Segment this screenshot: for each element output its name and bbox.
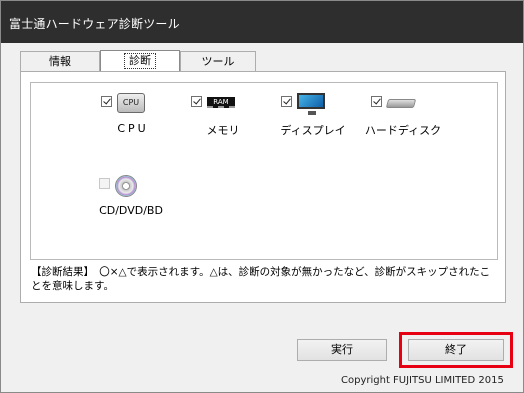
- run-button[interactable]: 実行: [297, 339, 387, 361]
- copyright-text: Copyright FUJITSU LIMITED 2015: [341, 375, 504, 386]
- optical-checkbox[interactable]: [99, 178, 110, 189]
- display-checkbox[interactable]: [281, 96, 292, 107]
- device-hard-disk: ハードディスク: [363, 93, 443, 153]
- tab-tools-label: ツール: [201, 55, 235, 68]
- cpu-checkbox[interactable]: [101, 96, 112, 107]
- exit-button[interactable]: 終了: [408, 339, 504, 361]
- device-hard-disk-label: ハードディスク: [364, 124, 442, 137]
- device-optical: CD/DVD/BD: [91, 175, 171, 235]
- diagnostic-tool-window: 富士通ハードウェア診断ツール 情報 診断 ツール CPU CPU RAM メモリ: [0, 0, 524, 393]
- device-optical-label: CD/DVD/BD: [99, 204, 163, 217]
- device-list: CPU CPU RAM メモリ ディスプレイ ハードディスク CD/DVD/BD: [30, 82, 498, 260]
- display-icon: [297, 93, 325, 115]
- title-bar[interactable]: 富士通ハードウェア診断ツール: [1, 1, 523, 43]
- tab-diagnosis[interactable]: 診断: [100, 50, 180, 72]
- tab-tools[interactable]: ツール: [180, 51, 256, 72]
- tab-info[interactable]: 情報: [20, 51, 100, 72]
- device-cpu: CPU CPU: [93, 93, 173, 153]
- device-display-label: ディスプレイ: [280, 124, 346, 137]
- cpu-icon: CPU: [117, 93, 145, 113]
- memory-checkbox[interactable]: [191, 96, 202, 107]
- device-memory: RAM メモリ: [183, 93, 263, 153]
- device-cpu-label: CPU: [117, 122, 149, 135]
- hard-disk-checkbox[interactable]: [371, 96, 382, 107]
- device-memory-label: メモリ: [206, 124, 240, 137]
- device-display: ディスプレイ: [273, 93, 353, 153]
- hard-disk-icon: [385, 99, 417, 108]
- memory-icon: RAM: [207, 97, 235, 108]
- tab-diagnosis-label: 診断: [124, 53, 156, 69]
- optical-disc-icon: [115, 175, 137, 197]
- tab-info-label: 情報: [49, 55, 71, 68]
- diagnosis-panel: CPU CPU RAM メモリ ディスプレイ ハードディスク CD/DVD/BD…: [20, 71, 506, 303]
- result-description: 【診断結果】 〇×△で表示されます。△は、診断の対象が無かったなど、診断がスキッ…: [31, 266, 491, 292]
- window-title: 富士通ハードウェア診断ツール: [9, 17, 180, 31]
